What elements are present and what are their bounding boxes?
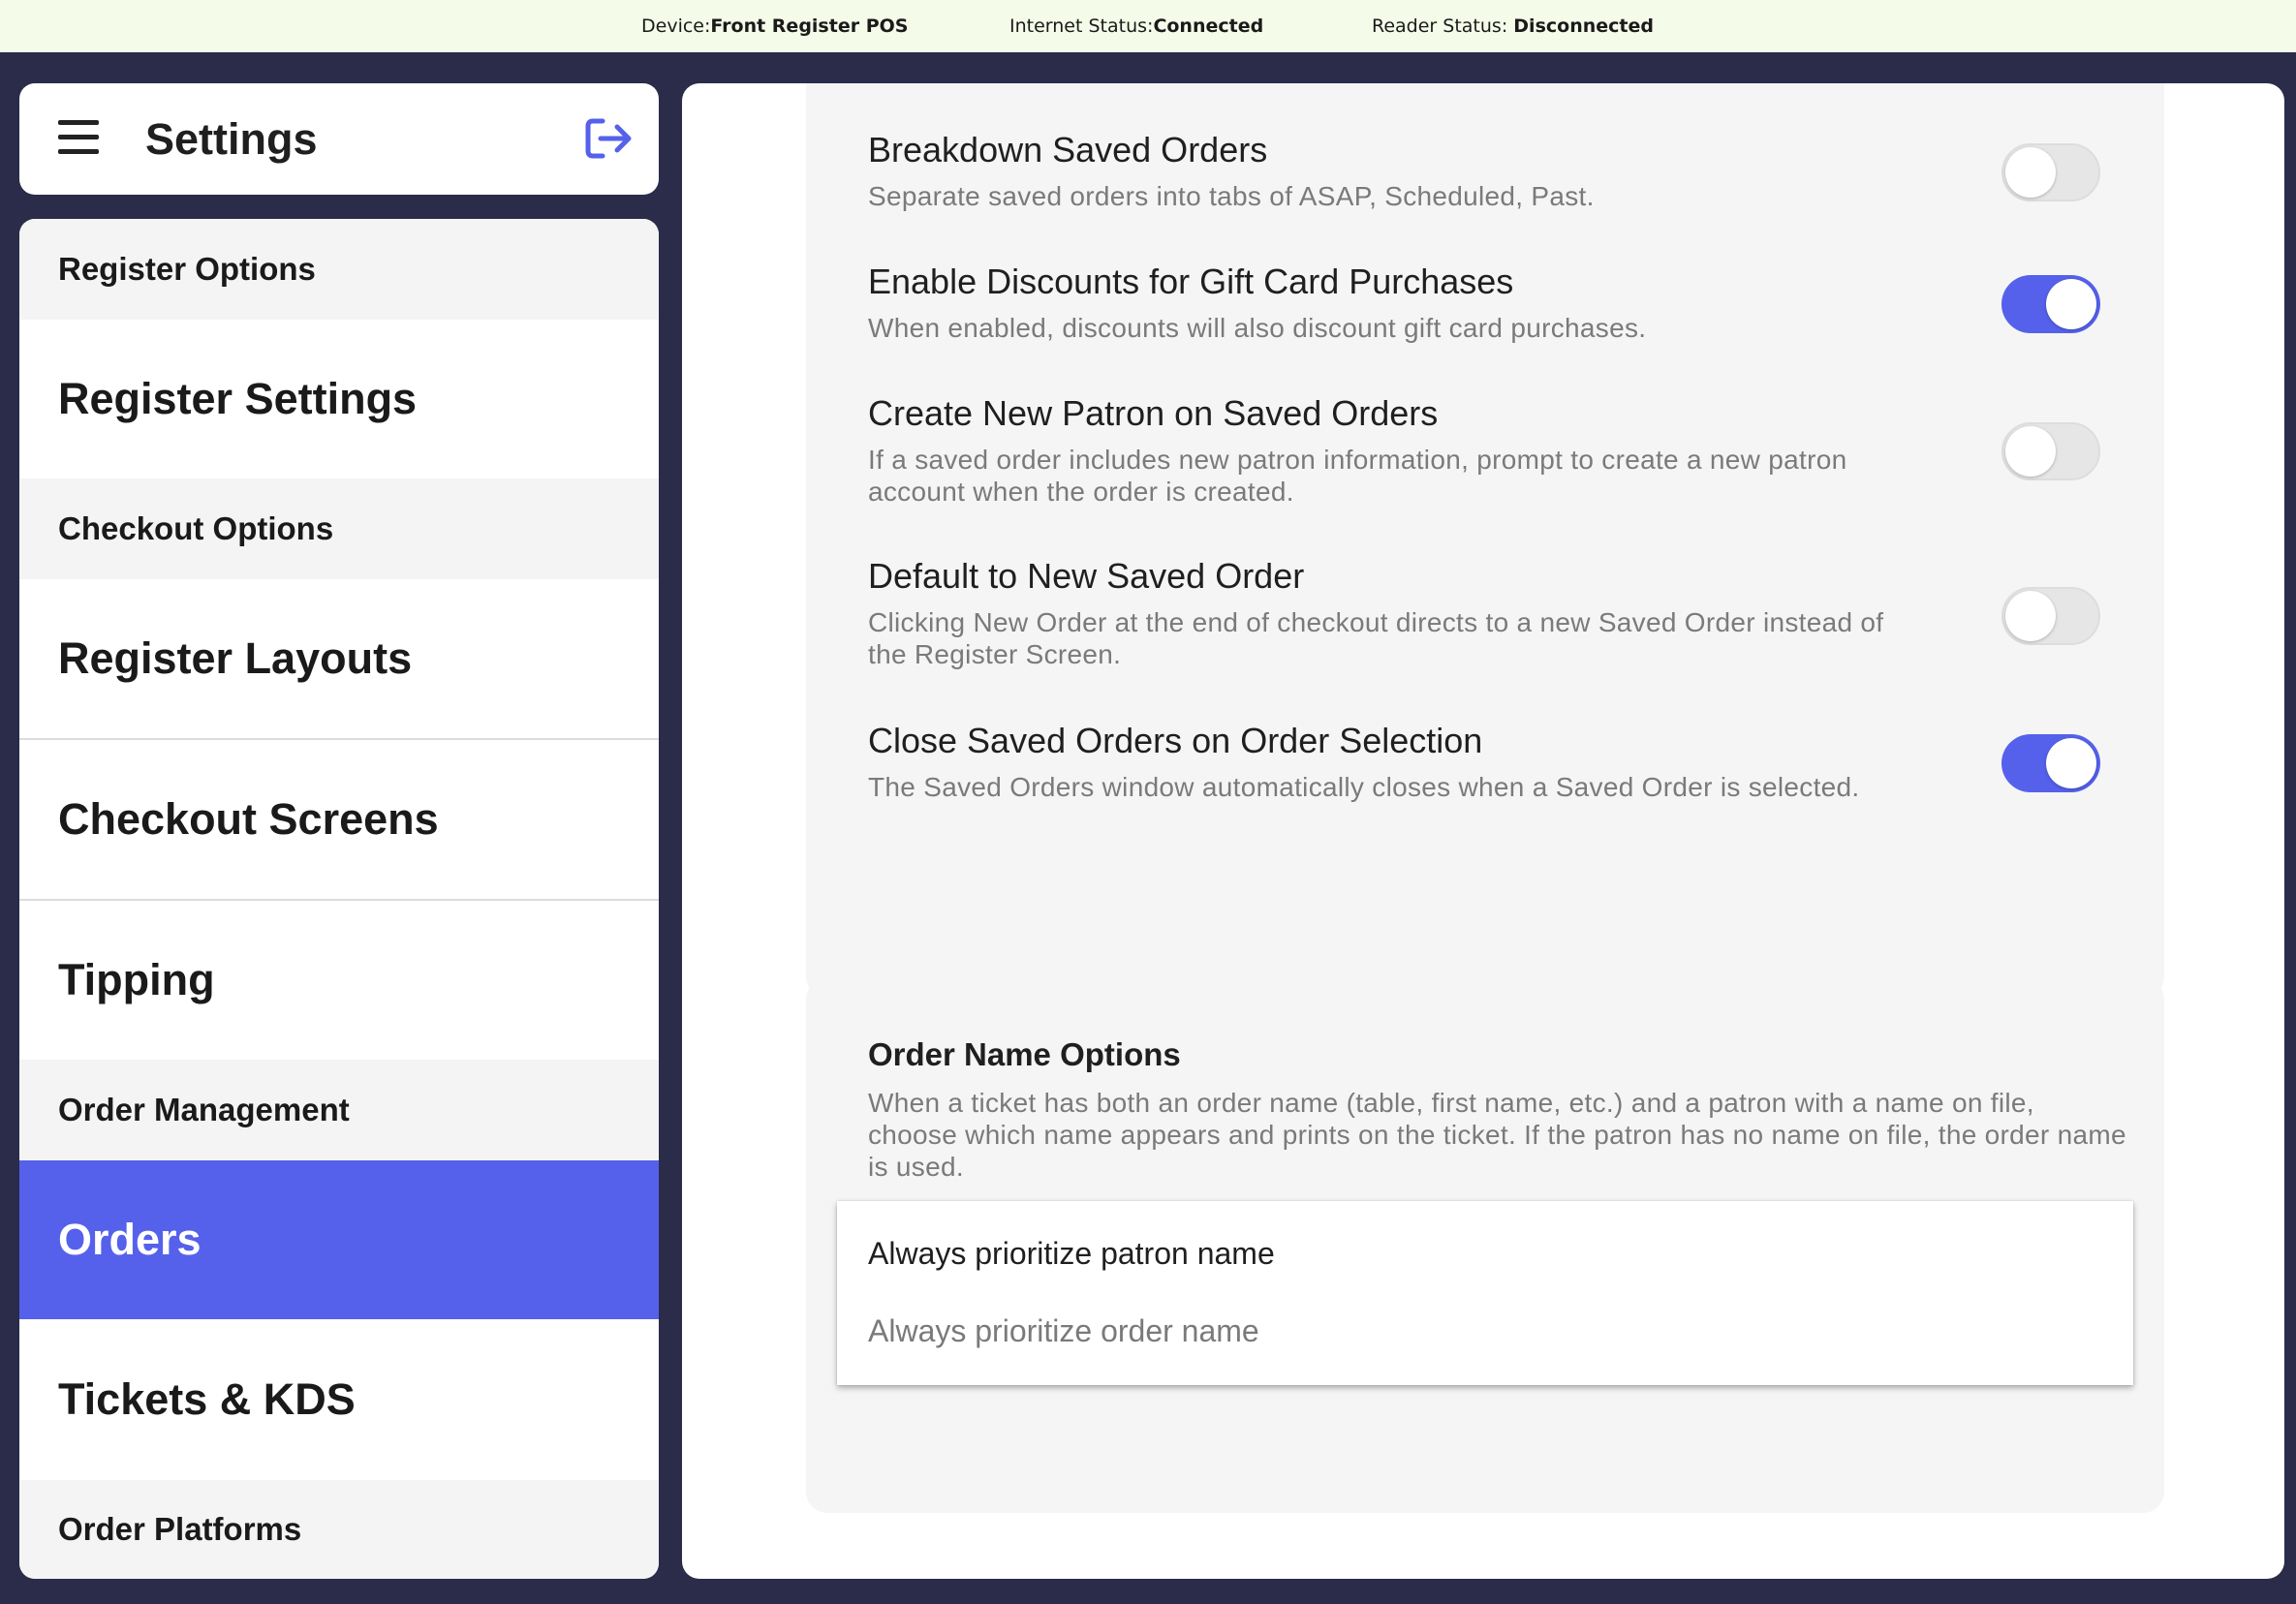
setting-description: Clicking New Order at the end of checkou… [868,607,1884,669]
toggle-default-new-saved-order[interactable] [2001,587,2100,645]
setting-description: The Saved Orders window automatically cl… [868,772,1860,802]
reader-label: Reader Status: [1372,15,1514,37]
toggle-create-new-patron[interactable] [2001,422,2100,480]
logout-icon[interactable] [583,115,634,162]
sidebar-nav: Register Options Register Settings Check… [19,219,659,1579]
sidebar-item-tipping[interactable]: Tipping [19,899,659,1060]
order-name-options-title: Order Name Options [868,1036,1181,1072]
saved-orders-card [806,83,2164,998]
status-bar: Device:Front Register POS Internet Statu… [0,0,2296,52]
setting-default-new-saved-order: Default to New Saved Order Clicking New … [868,556,1895,670]
setting-title: Default to New Saved Order [868,556,1305,596]
reader-status: Reader Status: Disconnected [1372,15,1654,37]
sidebar-title: Settings [145,114,318,164]
sidebar-section-checkout-options: Checkout Options [19,478,659,579]
hamburger-icon[interactable] [58,120,99,155]
device-value: Front Register POS [710,15,909,37]
option-prioritize-patron-name[interactable]: Always prioritize patron name [868,1236,1275,1272]
sidebar-item-register-layouts[interactable]: Register Layouts [19,579,659,738]
internet-label: Internet Status: [1009,15,1154,37]
internet-status: Internet Status:Connected [1009,15,1263,37]
sidebar-item-checkout-screens[interactable]: Checkout Screens [19,738,659,899]
toggle-enable-discounts-gift-card[interactable] [2001,275,2100,333]
setting-create-new-patron: Create New Patron on Saved Orders If a s… [868,393,1895,508]
sidebar-item-register-settings[interactable]: Register Settings [19,320,659,478]
order-name-dropdown[interactable]: Always prioritize patron name Always pri… [837,1201,2133,1385]
setting-close-saved-orders: Close Saved Orders on Order Selection Th… [868,721,1895,803]
setting-description: Separate saved orders into tabs of ASAP,… [868,181,1595,211]
sidebar-section-order-management: Order Management [19,1060,659,1160]
setting-breakdown-saved-orders: Breakdown Saved Orders Separate saved or… [868,130,1895,212]
device-label: Device: [641,15,711,37]
sidebar-item-tickets-kds[interactable]: Tickets & KDS [19,1319,659,1480]
setting-enable-discounts-gift-card: Enable Discounts for Gift Card Purchases… [868,262,1895,344]
setting-title: Enable Discounts for Gift Card Purchases [868,262,1514,301]
setting-description: When enabled, discounts will also discou… [868,313,1647,343]
sidebar-section-order-platforms: Order Platforms [19,1480,659,1579]
main-panel: Breakdown Saved Orders Separate saved or… [682,83,2284,1579]
sidebar-header: Settings [19,83,659,195]
setting-title: Create New Patron on Saved Orders [868,393,1439,433]
internet-value: Connected [1153,15,1264,37]
sidebar-item-orders[interactable]: Orders [19,1160,659,1319]
setting-title: Breakdown Saved Orders [868,130,1268,170]
sidebar-section-register-options: Register Options [19,219,659,320]
order-name-options-description: When a ticket has both an order name (ta… [868,1088,2126,1182]
setting-title: Close Saved Orders on Order Selection [868,721,1483,760]
toggle-close-saved-orders[interactable] [2001,734,2100,792]
option-prioritize-order-name[interactable]: Always prioritize order name [868,1313,1259,1349]
toggle-breakdown-saved-orders[interactable] [2001,143,2100,201]
setting-description: If a saved order includes new patron inf… [868,445,1847,507]
device-status: Device:Front Register POS [641,15,908,37]
reader-value: Disconnected [1513,15,1654,37]
